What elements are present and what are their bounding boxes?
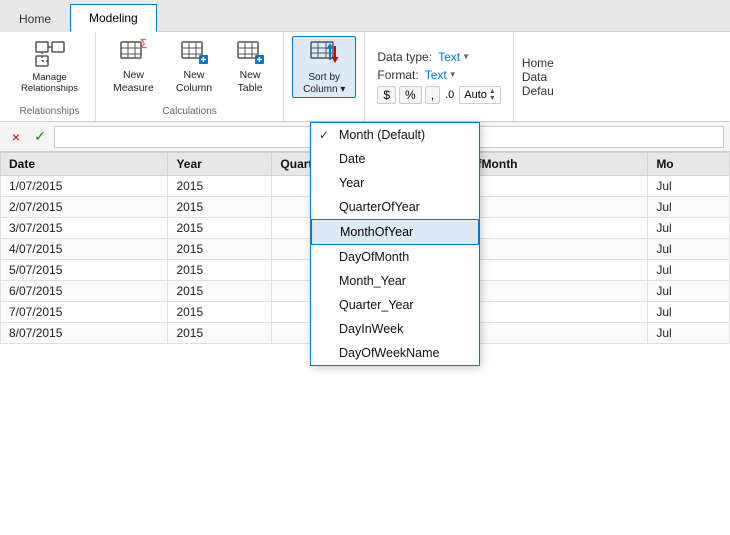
- table-cell: 2015: [168, 197, 272, 218]
- new-measure-button[interactable]: ∑ NewMeasure: [104, 36, 163, 96]
- data-type-row: Data type: Text ▼: [377, 50, 500, 64]
- right-labels: Home Data Defau: [514, 32, 562, 121]
- data-type-arrow-icon: ▼: [462, 52, 470, 61]
- table-cell: Jul: [648, 281, 730, 302]
- data-right-label: Data: [522, 70, 554, 84]
- table-cell: 8/07/2015: [1, 323, 168, 344]
- format-label: Format:: [377, 68, 418, 82]
- tab-home[interactable]: Home: [0, 4, 70, 32]
- table-cell: Jul: [648, 302, 730, 323]
- percent-button[interactable]: %: [399, 86, 422, 104]
- table-cell: Jul: [648, 218, 730, 239]
- currency-button[interactable]: $: [377, 86, 396, 104]
- spin-down-button[interactable]: ▼: [489, 95, 496, 102]
- table-cell: 2/07/2015: [1, 197, 168, 218]
- sort-dropdown-menu: Month (Default) Date Year QuarterOfYear …: [310, 122, 480, 366]
- svg-text:∑: ∑: [140, 38, 147, 49]
- format-dropdown[interactable]: Text ▼: [425, 68, 457, 82]
- ribbon-group-calculations: ∑ NewMeasure: [96, 32, 284, 121]
- ribbon-properties: Data type: Text ▼ Format: Text ▼ $ % , .…: [365, 32, 513, 121]
- table-cell: 2015: [168, 176, 272, 197]
- new-column-label: NewColumn: [176, 69, 212, 94]
- auto-box: Auto ▲ ▼: [459, 86, 501, 104]
- table-cell: 2015: [168, 323, 272, 344]
- new-column-icon: [178, 37, 210, 67]
- col-header-date[interactable]: Date: [1, 153, 168, 176]
- data-type-dropdown[interactable]: Text ▼: [438, 50, 470, 64]
- formula-check-icon[interactable]: ✓: [30, 127, 50, 147]
- default-right-label: Defau: [522, 84, 554, 98]
- sort-by-column-button[interactable]: Sort byColumn ▾: [292, 36, 356, 98]
- sort-by-column-icon: [308, 38, 340, 70]
- new-column-button[interactable]: NewColumn: [167, 36, 221, 96]
- table-cell: 5/07/2015: [1, 260, 168, 281]
- table-cell: 1/07/2015: [1, 176, 168, 197]
- table-cell: Jul: [648, 197, 730, 218]
- table-cell: 7/07/2015: [1, 302, 168, 323]
- data-type-label: Data type:: [377, 50, 432, 64]
- new-measure-icon: ∑: [117, 37, 149, 67]
- table-cell: 2015: [168, 281, 272, 302]
- col-header-mo[interactable]: Mo: [648, 153, 730, 176]
- ribbon: ManageRelationships Relationships ∑: [0, 32, 730, 122]
- relationships-group-label: Relationships: [20, 104, 80, 117]
- format-row: Format: Text ▼: [377, 68, 500, 82]
- dropdown-item-month-default[interactable]: Month (Default): [311, 123, 479, 147]
- manage-relationships-label: ManageRelationships: [21, 72, 78, 95]
- manage-relationships-icon: [34, 38, 66, 70]
- tab-modeling[interactable]: Modeling: [70, 4, 157, 32]
- ribbon-group-relationships: ManageRelationships Relationships: [4, 32, 96, 121]
- dropdown-item-dayofmonth[interactable]: DayOfMonth: [311, 245, 479, 269]
- calculations-group-label: Calculations: [162, 104, 216, 117]
- new-table-button[interactable]: NewTable: [225, 36, 275, 96]
- table-cell: Jul: [648, 176, 730, 197]
- table-cell: Jul: [648, 260, 730, 281]
- formula-close-icon[interactable]: ×: [6, 127, 26, 147]
- table-cell: Jul: [648, 239, 730, 260]
- dropdown-item-monthofyear[interactable]: MonthOfYear: [311, 219, 479, 245]
- table-cell: 2015: [168, 218, 272, 239]
- home-right-label: Home: [522, 56, 554, 70]
- spin-up-button[interactable]: ▲: [489, 88, 496, 95]
- table-cell: Jul: [648, 323, 730, 344]
- dropdown-item-dayinweek[interactable]: DayInWeek: [311, 317, 479, 341]
- dropdown-item-quarter-year[interactable]: Quarter_Year: [311, 293, 479, 317]
- table-cell: 2015: [168, 302, 272, 323]
- auto-spinner[interactable]: ▲ ▼: [489, 88, 496, 102]
- auto-value: Auto: [464, 89, 487, 101]
- format-arrow-icon: ▼: [449, 70, 457, 79]
- dropdown-item-quarterofyear[interactable]: QuarterOfYear: [311, 195, 479, 219]
- sort-by-column-label: Sort byColumn ▾: [303, 72, 345, 96]
- comma-button[interactable]: ,: [425, 86, 440, 104]
- dropdown-item-year[interactable]: Year: [311, 171, 479, 195]
- table-cell: 3/07/2015: [1, 218, 168, 239]
- new-measure-label: NewMeasure: [113, 69, 154, 94]
- table-cell: 2015: [168, 239, 272, 260]
- dropdown-item-dayofweekname[interactable]: DayOfWeekName: [311, 341, 479, 365]
- format-buttons-row: $ % , .0 Auto ▲ ▼: [377, 86, 500, 104]
- dropdown-item-month-year[interactable]: Month_Year: [311, 269, 479, 293]
- ribbon-group-sort: Sort byColumn ▾: [284, 32, 365, 121]
- table-cell: 6/07/2015: [1, 281, 168, 302]
- manage-relationships-button[interactable]: ManageRelationships: [12, 36, 87, 96]
- col-header-year[interactable]: Year: [168, 153, 272, 176]
- new-table-icon: [234, 37, 266, 67]
- tab-bar: Home Modeling: [0, 0, 730, 32]
- dropdown-item-date[interactable]: Date: [311, 147, 479, 171]
- table-cell: 2015: [168, 260, 272, 281]
- new-table-label: NewTable: [238, 69, 263, 94]
- table-cell: 4/07/2015: [1, 239, 168, 260]
- decimal-label: .0: [445, 89, 454, 101]
